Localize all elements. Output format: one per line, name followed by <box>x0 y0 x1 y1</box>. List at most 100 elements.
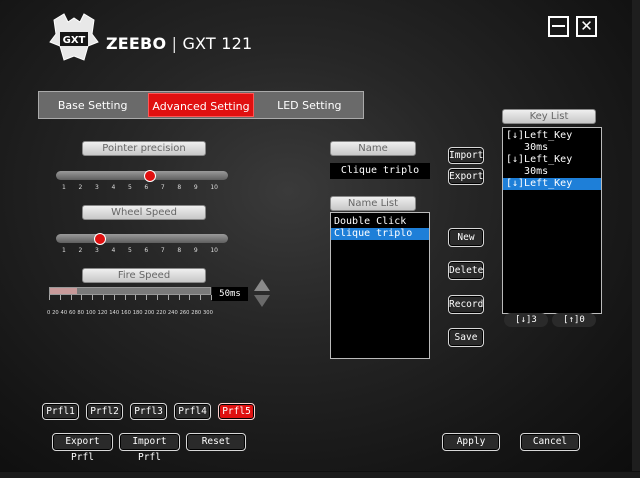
reset-button[interactable]: Reset <box>186 433 246 451</box>
spin-up-icon <box>254 279 270 291</box>
cancel-button[interactable]: Cancel <box>520 433 580 451</box>
pointer-precision-tick: 5 <box>127 184 132 191</box>
spin-down-icon <box>254 295 270 307</box>
delete-macro-button[interactable]: Delete <box>448 261 484 280</box>
wheel-speed-tick: 1 <box>62 247 66 254</box>
new-macro-button[interactable]: New <box>448 228 484 247</box>
fire-speed-tick: 100 <box>85 310 96 316</box>
pointer-precision-tick: 3 <box>94 184 99 191</box>
close-button[interactable]: ✕ <box>576 16 597 37</box>
profile-4-button[interactable]: Prfl4 <box>174 403 211 420</box>
fire-speed-tickmark <box>146 295 148 300</box>
pointer-precision-ticks: 1 2 3 4 5 6 7 8 9 10 <box>62 184 218 191</box>
pointer-precision-slider[interactable] <box>56 171 228 180</box>
pointer-precision-label: Pointer precision <box>82 141 206 156</box>
fire-speed-tick: 0 <box>47 310 51 316</box>
pointer-precision-tick: 9 <box>193 184 198 191</box>
apply-button[interactable]: Apply <box>442 433 500 451</box>
wheel-speed-slider[interactable] <box>56 234 228 243</box>
fire-speed-tickmark <box>49 295 50 300</box>
wheel-speed-tick: 8 <box>177 247 182 254</box>
logo-text: GXT <box>63 35 86 46</box>
key-list-item-selected[interactable]: [↓]Left_Key <box>503 178 601 190</box>
tab-advanced-setting[interactable]: Advanced Setting <box>148 93 254 117</box>
export-macro-button[interactable]: Export <box>448 168 484 185</box>
key-list-item[interactable]: [↓]Left_Key <box>503 130 601 142</box>
fire-speed-tick: 280 <box>191 310 202 316</box>
import-macro-button[interactable]: Import <box>448 147 484 164</box>
fire-speed-tick: 80 <box>77 310 84 316</box>
fire-speed-tickmark <box>178 295 180 300</box>
pointer-precision-tick: 4 <box>111 184 116 191</box>
app-title: ZEEBO | GXT 121 <box>106 34 252 53</box>
wheel-speed-ticks: 1 2 3 4 5 6 7 8 9 10 <box>62 247 218 254</box>
key-list-item[interactable]: 30ms <box>503 166 601 178</box>
name-list-item-clique-triplo[interactable]: Clique triplo <box>331 228 429 240</box>
fire-speed-tickmark <box>124 295 126 300</box>
fire-speed-tickmark <box>135 295 137 300</box>
wheel-speed-tick: 7 <box>160 247 165 254</box>
fire-speed-tickmark <box>92 295 94 300</box>
fire-speed-value: 50ms <box>212 287 248 301</box>
name-list[interactable]: Double Click Clique triplo <box>330 212 430 359</box>
fire-speed-tick: 180 <box>132 310 143 316</box>
wheel-speed-label: Wheel Speed <box>82 205 206 220</box>
save-macro-button[interactable]: Save <box>448 328 484 347</box>
wheel-speed-tick: 9 <box>193 247 198 254</box>
profile-5-button[interactable]: Prfl5 <box>218 403 255 420</box>
fire-speed-tickmark <box>189 295 191 300</box>
close-icon: ✕ <box>580 17 593 35</box>
minimize-button[interactable] <box>548 16 569 37</box>
import-profile-button[interactable]: Import Prfl <box>119 433 180 463</box>
fire-speed-tickmarks <box>49 295 212 300</box>
app-window: GXT ZEEBO | GXT 121 ✕ Base Setting Advan… <box>0 0 640 478</box>
export-profile-button[interactable]: Export Prfl <box>52 433 113 463</box>
fire-speed-ticks: 0 20 40 60 80 100 120 140 160 180 200 220 240 260 280 3… <box>47 310 213 316</box>
fire-speed-tickmark <box>81 295 83 300</box>
gxt-logo: GXT <box>49 13 99 61</box>
wheel-speed-tick: 4 <box>111 247 116 254</box>
key-down-count: [↓]3 <box>504 313 548 327</box>
fire-speed-spinner[interactable] <box>253 278 271 308</box>
fire-speed-tick: 220 <box>156 310 167 316</box>
fire-speed-tick: 160 <box>120 310 131 316</box>
key-list-label: Key List <box>502 109 596 124</box>
pointer-precision-tick: 6 <box>144 184 149 191</box>
pointer-precision-tick: 10 <box>210 184 218 191</box>
fire-speed-tick: 260 <box>179 310 190 316</box>
wheel-speed-tick: 10 <box>210 247 218 254</box>
fire-speed-tick: 200 <box>144 310 155 316</box>
window-bottom-border <box>0 471 640 478</box>
pointer-precision-tick: 1 <box>62 184 66 191</box>
wheel-speed-tick: 6 <box>144 247 149 254</box>
model-name: GXT 121 <box>182 34 253 53</box>
tab-base-setting[interactable]: Base Setting <box>41 93 144 117</box>
tab-led-setting[interactable]: LED Setting <box>258 93 361 117</box>
key-list[interactable]: [↓]Left_Key 30ms [↓]Left_Key 30ms [↓]Lef… <box>502 127 602 314</box>
fire-speed-tick: 60 <box>68 310 76 316</box>
fire-speed-tickmark <box>200 295 202 300</box>
fire-speed-tickmark <box>59 295 61 300</box>
fire-speed-tick: 300 <box>203 310 213 316</box>
fire-speed-label: Fire Speed <box>82 268 206 283</box>
profile-2-button[interactable]: Prfl2 <box>86 403 123 420</box>
settings-tabs: Base Setting Advanced Setting LED Settin… <box>38 91 364 119</box>
key-list-item[interactable]: 30ms <box>503 142 601 154</box>
wheel-speed-thumb[interactable] <box>94 233 106 245</box>
wheel-speed-tick: 2 <box>78 247 83 254</box>
profile-3-button[interactable]: Prfl3 <box>130 403 167 420</box>
key-up-count: [↑]0 <box>552 313 596 327</box>
record-macro-button[interactable]: Record <box>448 295 484 314</box>
fire-speed-slider[interactable] <box>49 287 211 295</box>
fire-speed-tickmark <box>70 295 72 300</box>
fire-speed-tick: 140 <box>109 310 120 316</box>
pointer-precision-thumb[interactable] <box>144 170 156 182</box>
key-list-item[interactable]: [↓]Left_Key <box>503 154 601 166</box>
window-right-border <box>632 0 640 478</box>
name-list-item-double-click[interactable]: Double Click <box>331 216 429 228</box>
pointer-precision-tick: 7 <box>160 184 165 191</box>
fire-speed-tick: 20 <box>52 310 59 316</box>
wheel-speed-tick: 3 <box>94 247 99 254</box>
macro-name-field[interactable]: Clique triplo <box>330 163 430 179</box>
profile-1-button[interactable]: Prfl1 <box>42 403 79 420</box>
